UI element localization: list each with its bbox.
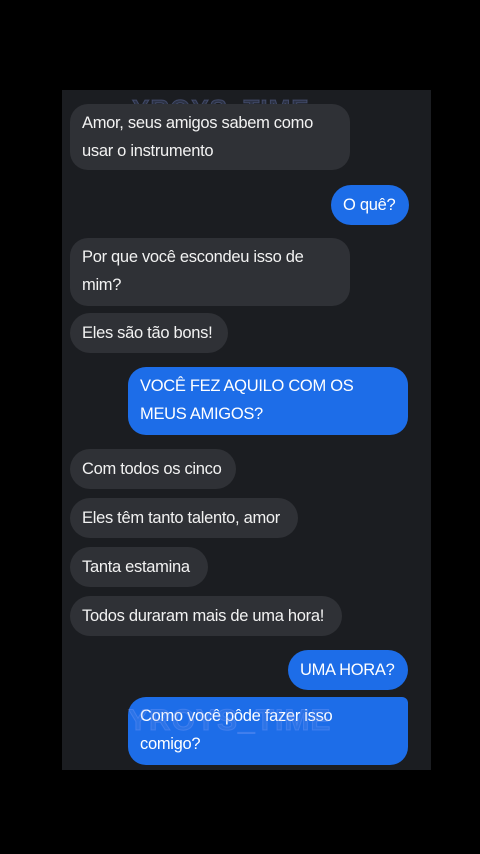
message-bubble-received: Amor, seus amigos sabem como usar o inst… <box>70 104 350 170</box>
message-bubble-sent: VOCÊ FEZ AQUILO COM OS MEUS AMIGOS? <box>128 367 408 435</box>
message-bubble-sent: Como você pôde fazer isso comigo? <box>128 697 408 765</box>
message-bubble-sent: UMA HORA? <box>288 650 408 690</box>
message-text: VOCÊ FEZ AQUILO COM OS MEUS AMIGOS? <box>140 377 358 423</box>
message-bubble-received: Tanta estamina <box>70 547 208 587</box>
message-text: Todos duraram mais de uma hora! <box>82 607 324 625</box>
message-bubble-received: Eles têm tanto talento, amor <box>70 498 298 538</box>
message-text: Eles têm tanto talento, amor <box>82 509 280 527</box>
message-bubble-sent: O quê? <box>331 185 409 225</box>
message-text: Eles são tão bons! <box>82 324 213 342</box>
chat-conversation[interactable]: YROYS_TIME Amor, seus amigos sabem como … <box>62 90 431 770</box>
message-text: Por que você escondeu isso de mim? <box>82 248 308 294</box>
message-text: Com todos os cinco <box>82 460 222 478</box>
message-text: Amor, seus amigos sabem como usar o inst… <box>82 114 318 160</box>
message-text: O quê? <box>343 196 396 214</box>
message-bubble-received: Todos duraram mais de uma hora! <box>70 596 342 636</box>
message-bubble-received: Eles são tão bons! <box>70 313 228 353</box>
message-bubble-received: Por que você escondeu isso de mim? <box>70 238 350 306</box>
message-bubble-received: Com todos os cinco <box>70 449 236 489</box>
message-text: Como você pôde fazer isso comigo? <box>140 707 337 753</box>
message-text: Tanta estamina <box>82 558 190 576</box>
message-text: UMA HORA? <box>300 661 395 679</box>
